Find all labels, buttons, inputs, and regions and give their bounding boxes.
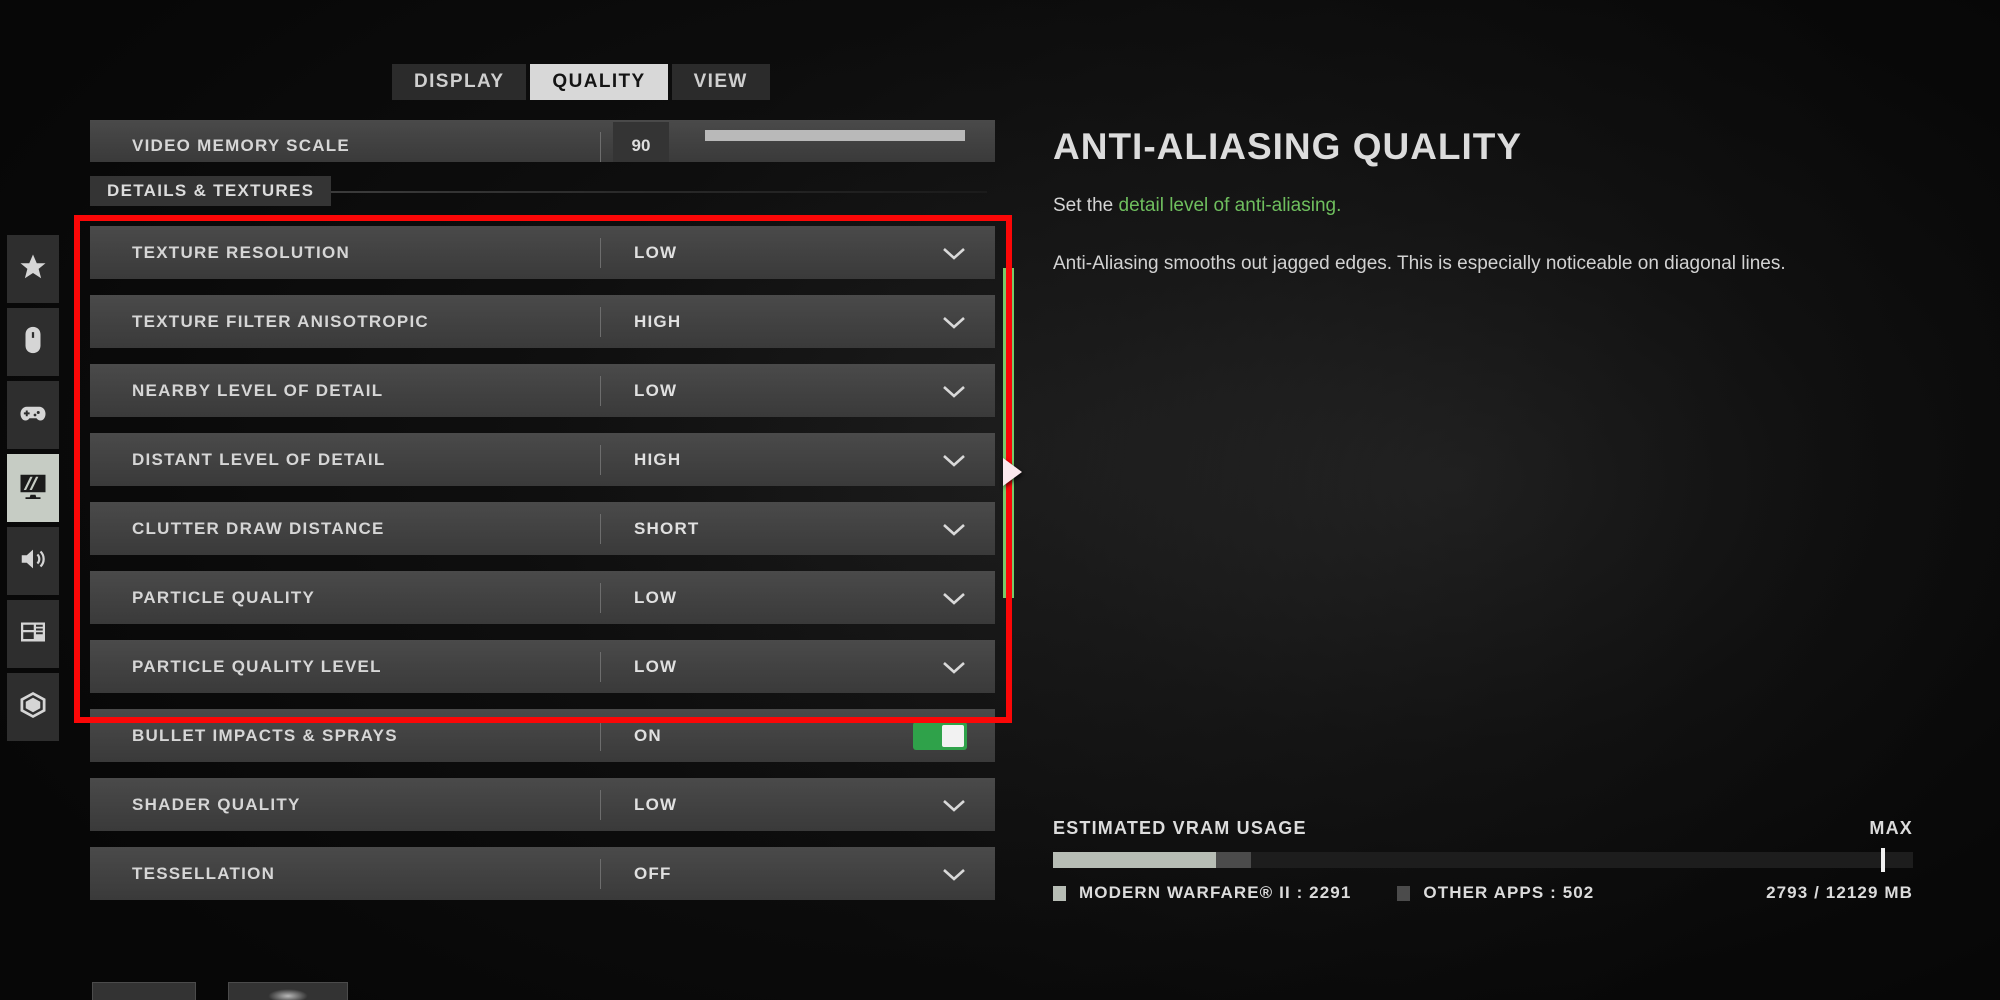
section-title: DETAILS & TEXTURES bbox=[90, 176, 332, 206]
sidebar-item-audio[interactable] bbox=[7, 527, 59, 595]
setting-row-bullet-impacts-sprays[interactable]: BULLET IMPACTS & SPRAYS ON bbox=[90, 709, 995, 762]
setting-row-clutter-draw-distance[interactable]: CLUTTER DRAW DISTANCE SHORT bbox=[90, 502, 995, 555]
layout-icon bbox=[18, 617, 48, 652]
sidebar-item-mouse[interactable] bbox=[7, 308, 59, 376]
chevron-down-icon[interactable] bbox=[941, 866, 967, 882]
setting-value: LOW bbox=[634, 242, 678, 262]
speaker-icon bbox=[18, 544, 48, 579]
setting-value: HIGH bbox=[634, 449, 682, 469]
bottom-button-right[interactable] bbox=[228, 982, 348, 1000]
setting-detail-panel: ANTI-ALIASING QUALITY Set the detail lev… bbox=[1053, 126, 1913, 278]
setting-row-texture-filter-anisotropic[interactable]: TEXTURE FILTER ANISOTROPIC HIGH bbox=[90, 295, 995, 348]
setting-label: TEXTURE FILTER ANISOTROPIC bbox=[132, 311, 429, 331]
chevron-down-icon[interactable] bbox=[941, 590, 967, 606]
detail-subtitle-highlight: detail level of anti-aliasing. bbox=[1118, 195, 1342, 216]
chevron-down-icon[interactable] bbox=[941, 314, 967, 330]
setting-value: HIGH bbox=[634, 311, 682, 331]
setting-value: LOW bbox=[634, 587, 678, 607]
star-icon bbox=[18, 252, 48, 287]
scrollbar-thumb[interactable] bbox=[1003, 268, 1014, 598]
setting-label: PARTICLE QUALITY LEVEL bbox=[132, 656, 382, 676]
row-divider bbox=[600, 132, 601, 162]
setting-label: VIDEO MEMORY SCALE bbox=[132, 136, 351, 155]
detail-body-text: Anti-Aliasing smooths out jagged edges. … bbox=[1053, 253, 1786, 274]
setting-row-distant-level-of-detail[interactable]: DISTANT LEVEL OF DETAIL HIGH bbox=[90, 433, 995, 486]
settings-list: VIDEO MEMORY SCALE 90 DETAILS & TEXTURES… bbox=[90, 120, 995, 916]
bottom-button-left[interactable] bbox=[92, 982, 196, 1000]
setting-row-particle-quality[interactable]: PARTICLE QUALITY LOW bbox=[90, 571, 995, 624]
vram-max-tick bbox=[1881, 848, 1886, 872]
section-header-details-textures: DETAILS & TEXTURES bbox=[90, 176, 995, 206]
setting-row-nearby-level-of-detail[interactable]: NEARBY LEVEL OF DETAIL LOW bbox=[90, 364, 995, 417]
settings-tabbar: DISPLAY QUALITY VIEW bbox=[392, 64, 770, 100]
setting-row-video-memory-scale[interactable]: VIDEO MEMORY SCALE 90 bbox=[90, 120, 995, 162]
chevron-down-icon[interactable] bbox=[941, 521, 967, 537]
monitor-icon bbox=[18, 471, 48, 506]
settings-scrollbar[interactable] bbox=[1003, 268, 1014, 598]
chevron-down-icon[interactable] bbox=[941, 452, 967, 468]
vram-header: ESTIMATED VRAM USAGE MAX bbox=[1053, 818, 1913, 839]
sidebar-item-favorites[interactable] bbox=[7, 235, 59, 303]
sidebar-item-graphics[interactable] bbox=[7, 454, 59, 522]
mouse-cursor bbox=[1003, 458, 1022, 486]
setting-label: SHADER QUALITY bbox=[132, 794, 301, 814]
tab-display[interactable]: DISPLAY bbox=[392, 64, 527, 100]
toggle-knob bbox=[942, 724, 964, 747]
mouse-icon bbox=[18, 325, 48, 360]
setting-row-texture-resolution[interactable]: TEXTURE RESOLUTION LOW bbox=[90, 226, 995, 279]
setting-label: BULLET IMPACTS & SPRAYS bbox=[132, 725, 398, 745]
button-glow bbox=[268, 989, 308, 1000]
gamepad-icon bbox=[18, 398, 48, 433]
setting-label: PARTICLE QUALITY bbox=[132, 587, 316, 607]
setting-label: NEARBY LEVEL OF DETAIL bbox=[132, 380, 384, 400]
setting-label: TEXTURE RESOLUTION bbox=[132, 242, 351, 262]
setting-value: OFF bbox=[634, 863, 672, 883]
tab-view[interactable]: VIEW bbox=[671, 64, 770, 100]
sidebar-item-account[interactable] bbox=[7, 673, 59, 741]
sidebar-item-interface[interactable] bbox=[7, 600, 59, 668]
vram-usage-panel: ESTIMATED VRAM USAGE MAX MODERN WARFARE®… bbox=[1053, 818, 1913, 903]
vram-total-value: 2793 / 12129 MB bbox=[1766, 883, 1913, 902]
legend-swatch-icon bbox=[1397, 885, 1411, 901]
legend-swatch-icon bbox=[1053, 885, 1066, 901]
chevron-down-icon[interactable] bbox=[941, 383, 967, 399]
vram-legend: MODERN WARFARE® II : 2291 OTHER APPS : 5… bbox=[1053, 883, 1913, 903]
setting-label: TESSELLATION bbox=[132, 863, 276, 883]
setting-value: LOW bbox=[634, 380, 678, 400]
setting-value: ON bbox=[634, 725, 662, 745]
video-memory-scale-value: 90 bbox=[613, 122, 669, 162]
setting-row-particle-quality-level[interactable]: PARTICLE QUALITY LEVEL LOW bbox=[90, 640, 995, 693]
legend-label: MODERN WARFARE® II : 2291 bbox=[1079, 883, 1352, 902]
vram-title: ESTIMATED VRAM USAGE bbox=[1053, 818, 1307, 838]
setting-label: DISTANT LEVEL OF DETAIL bbox=[132, 449, 386, 469]
tab-quality[interactable]: QUALITY bbox=[530, 64, 668, 100]
game-settings-screen: DISPLAY QUALITY VIEW VIDEO MEMORY SCALE … bbox=[0, 0, 2000, 1000]
setting-row-tessellation[interactable]: TESSELLATION OFF bbox=[90, 847, 995, 900]
vram-segment-game bbox=[1053, 852, 1216, 868]
setting-row-shader-quality[interactable]: SHADER QUALITY LOW bbox=[90, 778, 995, 831]
bullet-impacts-toggle[interactable] bbox=[913, 721, 967, 750]
vram-bar bbox=[1053, 848, 1913, 872]
setting-label: CLUTTER DRAW DISTANCE bbox=[132, 518, 385, 538]
page-title: ANTI-ALIASING QUALITY bbox=[1053, 126, 1523, 167]
chevron-down-icon[interactable] bbox=[941, 245, 967, 261]
detail-subtitle: Set the detail level of anti-aliasing. bbox=[1053, 195, 1913, 217]
setting-value: SHORT bbox=[634, 518, 700, 538]
chevron-down-icon[interactable] bbox=[941, 659, 967, 675]
vram-max-label: MAX bbox=[1869, 818, 1913, 838]
setting-value: LOW bbox=[634, 656, 678, 676]
legend-label: OTHER APPS : 502 bbox=[1423, 883, 1595, 902]
sidebar-item-controller[interactable] bbox=[7, 381, 59, 449]
broadcast-icon bbox=[18, 690, 48, 725]
vram-segment-other-apps bbox=[1215, 852, 1251, 868]
setting-value: LOW bbox=[634, 794, 678, 814]
chevron-down-icon[interactable] bbox=[941, 797, 967, 813]
legend-item-other-apps: OTHER APPS : 502 bbox=[1397, 883, 1594, 903]
category-rail bbox=[7, 235, 59, 746]
detail-subtitle-prefix: Set the bbox=[1053, 195, 1119, 216]
legend-item-game: MODERN WARFARE® II : 2291 bbox=[1053, 883, 1351, 903]
video-memory-scale-slider[interactable] bbox=[705, 130, 965, 141]
